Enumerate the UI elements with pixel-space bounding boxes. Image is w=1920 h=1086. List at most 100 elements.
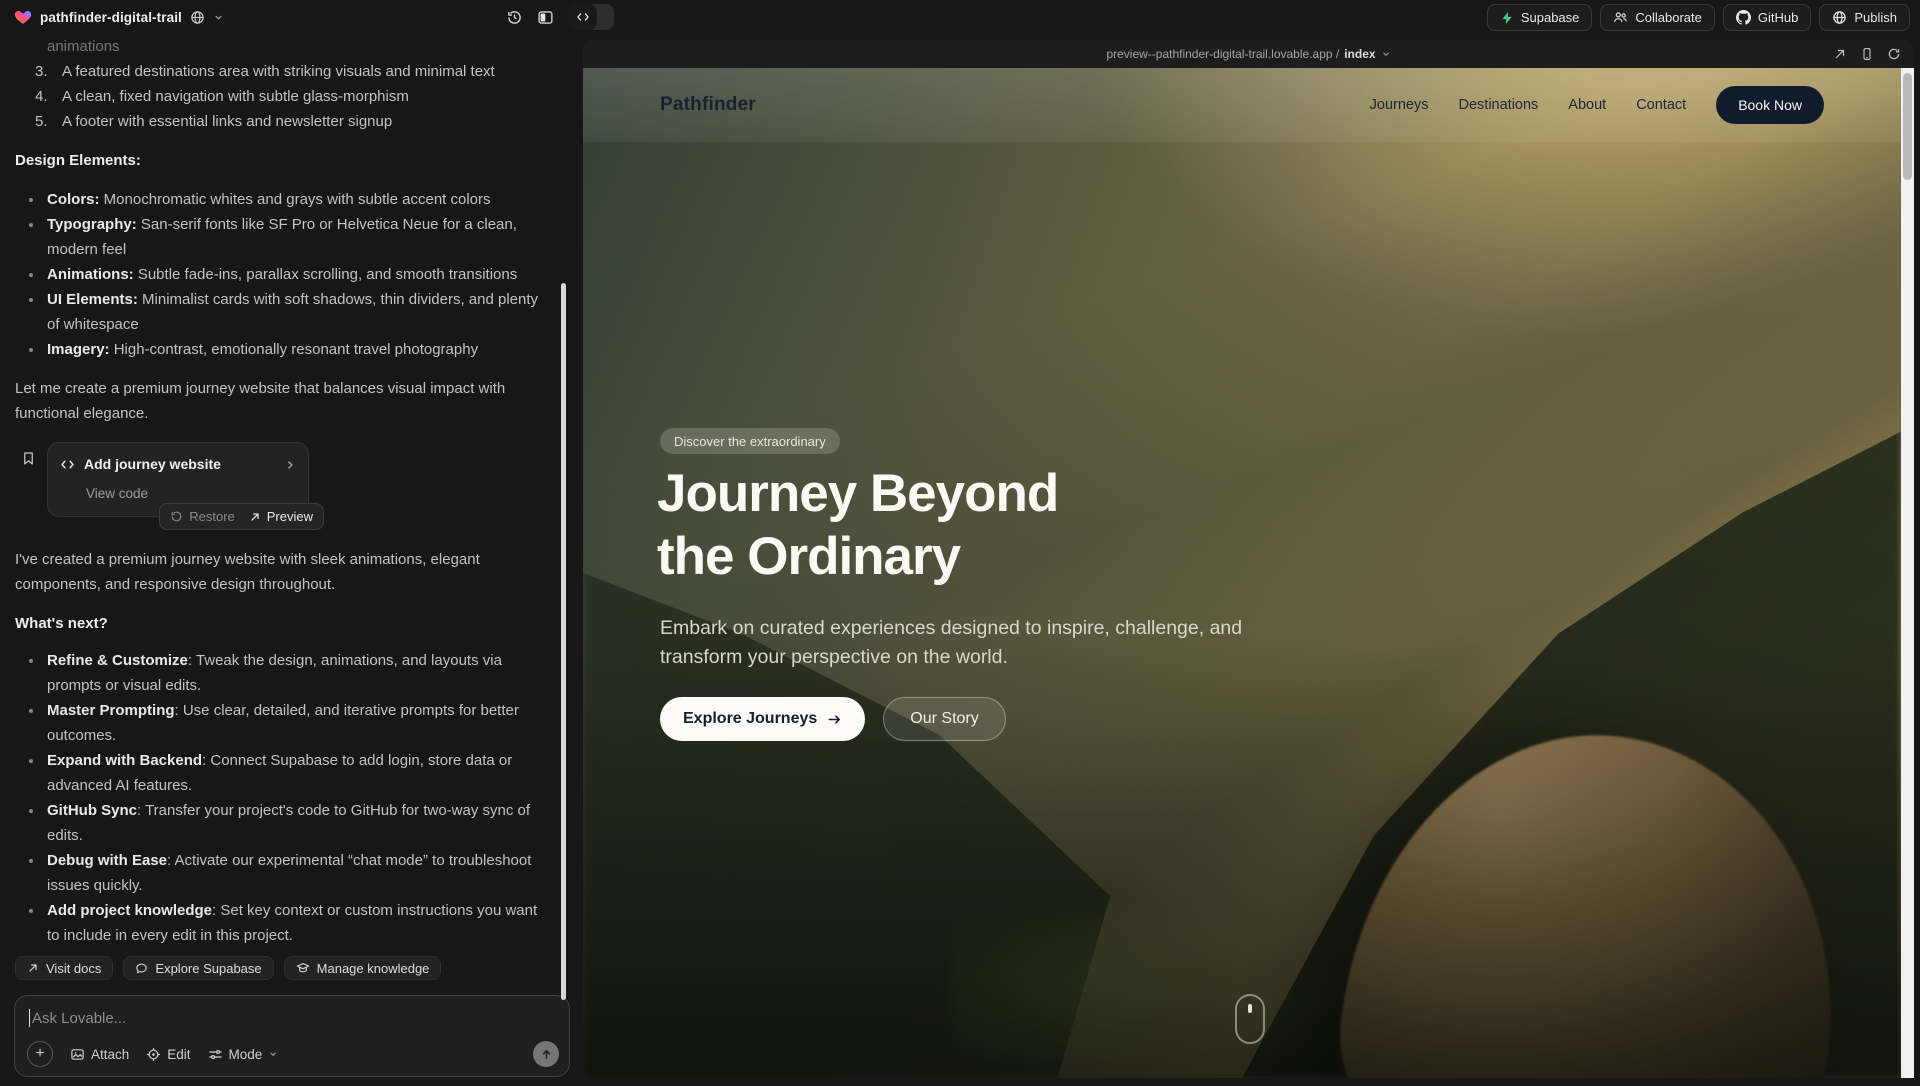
explore-supabase-button[interactable]: Explore Supabase bbox=[123, 956, 273, 980]
edit-button[interactable]: Edit bbox=[146, 1047, 190, 1062]
hiker-figure bbox=[1482, 720, 1489, 739]
chat-messages: animations 3. A featured destinations ar… bbox=[15, 34, 547, 948]
whats-next-heading: What's next? bbox=[15, 611, 547, 636]
history-button[interactable] bbox=[506, 9, 523, 26]
github-button[interactable]: GitHub bbox=[1723, 4, 1811, 31]
refresh-button[interactable] bbox=[1887, 47, 1901, 61]
code-view-toggle[interactable] bbox=[568, 4, 614, 30]
hero-subtitle: Embark on curated experiences designed t… bbox=[660, 614, 1242, 672]
mobile-view-button[interactable] bbox=[1860, 47, 1874, 61]
preview-toolbar: preview--pathfinder-digital-trail.lovabl… bbox=[583, 40, 1914, 68]
chevron-down-icon bbox=[268, 1049, 278, 1059]
code-icon bbox=[60, 457, 75, 472]
numbered-list: 3. A featured destinations area with str… bbox=[35, 59, 547, 134]
site-nav: Journeys Destinations About Contact bbox=[1370, 97, 1687, 113]
collaborate-people-icon bbox=[1613, 10, 1628, 25]
site-scrollbar[interactable] bbox=[1901, 68, 1914, 1078]
scrollback-partial-line: animations bbox=[15, 34, 547, 59]
design-bullets: Colors: Monochromatic whites and grays w… bbox=[15, 187, 547, 362]
chevron-right-icon bbox=[284, 459, 296, 471]
preview-url-page: index bbox=[1344, 47, 1375, 61]
publish-globe-icon bbox=[1832, 10, 1847, 25]
arrow-up-right-icon bbox=[27, 962, 39, 974]
chevron-down-icon bbox=[1381, 49, 1391, 59]
hero-section: Discover the extraordinary Journey Beyon… bbox=[583, 68, 1901, 1078]
sliders-icon bbox=[208, 1047, 223, 1062]
publish-button[interactable]: Publish bbox=[1819, 4, 1910, 31]
site-scrollbar-thumb[interactable] bbox=[1903, 73, 1912, 180]
supabase-button[interactable]: Supabase bbox=[1487, 4, 1593, 31]
send-button[interactable] bbox=[533, 1041, 559, 1067]
manage-knowledge-button[interactable]: Manage knowledge bbox=[284, 956, 442, 980]
preview-url-host: preview--pathfinder-digital-trail.lovabl… bbox=[1106, 47, 1339, 61]
list-item: Refine & Customize: Tweak the design, an… bbox=[15, 648, 547, 698]
app-topbar: pathfinder-digital-trail bbox=[0, 0, 1920, 34]
assistant-paragraph: Let me create a premium journey website … bbox=[15, 376, 547, 426]
design-elements-heading: Design Elements: bbox=[15, 148, 547, 173]
chat-bubble-icon bbox=[135, 962, 148, 975]
project-menu-chevron-icon[interactable] bbox=[213, 12, 224, 23]
list-item: 3. A featured destinations area with str… bbox=[35, 59, 547, 84]
list-item: Master Prompting: Use clear, detailed, a… bbox=[15, 698, 547, 748]
site-header: Pathfinder Journeys Destinations About C… bbox=[583, 68, 1901, 142]
nav-link-journeys[interactable]: Journeys bbox=[1370, 97, 1429, 113]
nav-link-contact[interactable]: Contact bbox=[1636, 97, 1686, 113]
scroll-mouse-indicator bbox=[1235, 994, 1265, 1044]
assistant-paragraph: I've created a premium journey website w… bbox=[15, 547, 547, 597]
site-viewport: Discover the extraordinary Journey Beyon… bbox=[583, 68, 1914, 1078]
image-icon bbox=[70, 1047, 85, 1062]
open-external-button[interactable] bbox=[1833, 47, 1847, 61]
text-caret bbox=[29, 1009, 30, 1027]
list-item: Colors: Monochromatic whites and grays w… bbox=[15, 187, 547, 212]
add-attachment-button[interactable]: + bbox=[27, 1041, 53, 1067]
list-item: GitHub Sync: Transfer your project's cod… bbox=[15, 798, 547, 848]
edit-card-title: Add journey website bbox=[84, 452, 221, 477]
restore-icon bbox=[170, 510, 183, 523]
next-steps-bullets: Refine & Customize: Tweak the design, an… bbox=[15, 648, 547, 948]
list-item: Imagery: High-contrast, emotionally reso… bbox=[15, 337, 547, 362]
list-item: Expand with Backend: Connect Supabase to… bbox=[15, 748, 547, 798]
site-logo[interactable]: Pathfinder bbox=[660, 94, 756, 116]
list-item: Typography: San-serif fonts like SF Pro … bbox=[15, 212, 547, 262]
list-item: 4. A clean, fixed navigation with subtle… bbox=[35, 84, 547, 109]
hero-title: Journey Beyond the Ordinary bbox=[657, 462, 1058, 588]
our-story-button[interactable]: Our Story bbox=[883, 697, 1005, 741]
quick-actions: Visit docs Explore Supabase Manage knowl… bbox=[15, 956, 441, 980]
code-icon bbox=[568, 4, 597, 30]
preview-url-selector[interactable]: preview--pathfinder-digital-trail.lovabl… bbox=[1106, 47, 1390, 61]
published-globe-icon bbox=[190, 10, 205, 25]
arrow-right-icon bbox=[827, 712, 842, 727]
preview-button[interactable]: Preview bbox=[249, 504, 313, 529]
preview-pane: preview--pathfinder-digital-trail.lovabl… bbox=[583, 40, 1914, 1078]
visit-docs-button[interactable]: Visit docs bbox=[15, 956, 113, 980]
list-item: Add project knowledge: Set key context o… bbox=[15, 898, 547, 948]
mode-selector[interactable]: Mode bbox=[208, 1047, 279, 1062]
list-item: Debug with Ease: Activate our experiment… bbox=[15, 848, 547, 898]
project-name: pathfinder-digital-trail bbox=[40, 10, 182, 25]
chat-panel: animations 3. A featured destinations ar… bbox=[0, 34, 576, 1086]
hero-badge: Discover the extraordinary bbox=[660, 428, 840, 454]
version-toolbar: Restore Preview bbox=[159, 503, 324, 530]
supabase-bolt-icon bbox=[1500, 11, 1514, 25]
restore-button[interactable]: Restore bbox=[170, 504, 235, 529]
book-now-button[interactable]: Book Now bbox=[1716, 86, 1824, 124]
explore-journeys-button[interactable]: Explore Journeys bbox=[660, 697, 865, 741]
graduation-cap-icon bbox=[296, 961, 310, 975]
github-icon bbox=[1736, 10, 1751, 25]
nav-link-destinations[interactable]: Destinations bbox=[1459, 97, 1539, 113]
arrow-up-right-icon bbox=[249, 511, 261, 523]
edit-card-add-journey-website[interactable]: Add journey website View code Restore bbox=[47, 442, 309, 517]
chat-input[interactable]: Ask Lovable... bbox=[29, 1009, 126, 1027]
lovable-heart-logo-icon bbox=[14, 8, 32, 26]
target-icon bbox=[146, 1047, 161, 1062]
collaborate-button[interactable]: Collaborate bbox=[1600, 4, 1715, 31]
list-item: UI Elements: Minimalist cards with soft … bbox=[15, 287, 547, 337]
list-item: Animations: Subtle fade-ins, parallax sc… bbox=[15, 262, 547, 287]
attach-button[interactable]: Attach bbox=[70, 1047, 129, 1062]
bookmark-icon[interactable] bbox=[21, 451, 36, 466]
list-item: 5. A footer with essential links and new… bbox=[35, 109, 547, 134]
nav-link-about[interactable]: About bbox=[1568, 97, 1606, 113]
chat-composer: Ask Lovable... + Attach Edit bbox=[14, 995, 570, 1077]
chat-scrollbar[interactable] bbox=[561, 283, 566, 1000]
panel-layout-button[interactable] bbox=[537, 9, 554, 26]
